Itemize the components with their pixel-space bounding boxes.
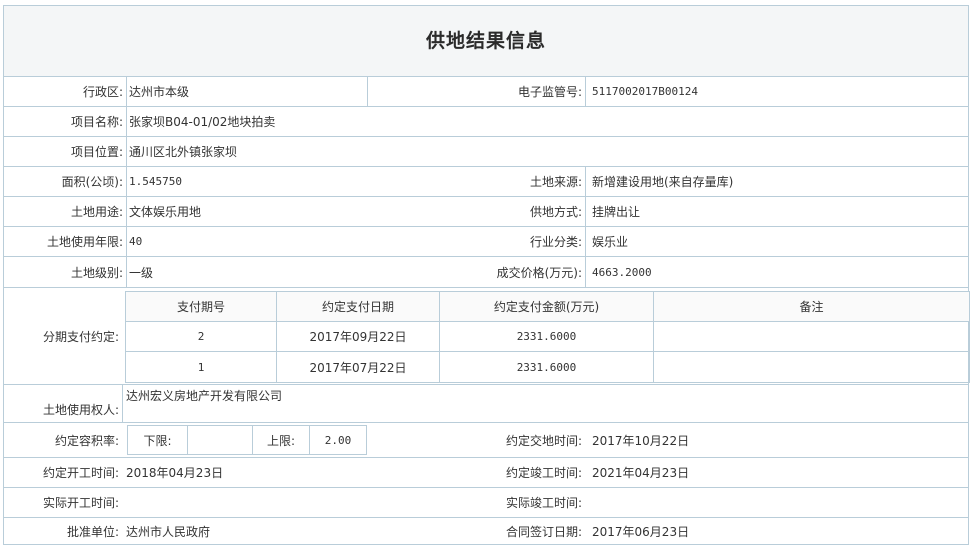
approval-unit-value: 达州市人民政府 bbox=[126, 524, 211, 539]
actual-start-label: 实际开工时间: bbox=[42, 496, 119, 510]
header-note: 备注 bbox=[799, 300, 824, 314]
actual-finish-label: 实际竣工时间: bbox=[505, 496, 582, 510]
land-source-value: 新增建设用地(来自存量库) bbox=[592, 175, 734, 189]
land-use-value: 文体娱乐用地 bbox=[129, 205, 202, 219]
row-period: 1 bbox=[126, 352, 277, 382]
land-source-label: 土地来源: bbox=[529, 175, 582, 189]
project-location-value: 通川区北外镇张家坝 bbox=[129, 145, 238, 159]
land-grade-value: 一级 bbox=[129, 265, 154, 280]
project-name-label: 项目名称: bbox=[70, 115, 123, 129]
row-date: 2017年07月22日 bbox=[277, 352, 440, 382]
row-district: 行政区: 达州市本级 电子监管号: 5117002017B00124 bbox=[4, 76, 968, 107]
plot-ratio-box: 下限: 上限: 2.00 bbox=[127, 425, 367, 455]
plot-ratio-label: 约定容积率: bbox=[54, 433, 119, 448]
row-note bbox=[654, 352, 969, 382]
row-approval: 批准单位: 达州市人民政府 合同签订日期: 2017年06月23日 bbox=[4, 518, 968, 544]
row-project-location: 项目位置: 通川区北外镇张家坝 bbox=[4, 137, 968, 167]
industry-label: 行业分类: bbox=[529, 235, 582, 249]
supervision-number-label: 电子监管号: bbox=[517, 84, 582, 99]
row-installment: 分期支付约定: 支付期号 约定支付日期 约定支付金额(万元) 备注 2 2017… bbox=[4, 288, 970, 385]
lower-limit-label: 下限: bbox=[128, 426, 188, 454]
row-use-years: 土地使用年限: 40 行业分类: 娱乐业 bbox=[4, 227, 968, 257]
industry-value: 娱乐业 bbox=[592, 235, 629, 249]
supply-method-value: 挂牌出让 bbox=[592, 205, 641, 219]
lower-limit-value bbox=[188, 426, 253, 454]
district-label: 行政区: bbox=[82, 84, 123, 99]
deal-price-label: 成交价格(万元): bbox=[496, 265, 582, 280]
row-land-user: 土地使用权人: 达州宏义房地产开发有限公司 bbox=[4, 385, 968, 423]
row-note bbox=[654, 322, 969, 351]
delivery-time-label: 约定交地时间: bbox=[505, 433, 582, 448]
contract-date-label: 合同签订日期: bbox=[505, 524, 582, 539]
header-period: 支付期号 bbox=[126, 292, 277, 321]
row-project-name: 项目名称: 张家坝B04-01/02地块拍卖 bbox=[4, 107, 968, 137]
approval-unit-label: 批准单位: bbox=[66, 524, 119, 539]
row-land-grade: 土地级别: 一级 成交价格(万元): 4663.2000 bbox=[4, 257, 968, 288]
row-actual-start: 实际开工时间: 实际竣工时间: bbox=[4, 488, 968, 518]
land-user-label: 土地使用权人: bbox=[42, 403, 119, 417]
supply-method-label: 供地方式: bbox=[529, 205, 582, 219]
land-use-label: 土地用途: bbox=[70, 205, 123, 219]
row-area: 面积(公顷): 1.545750 土地来源: 新增建设用地(来自存量库) bbox=[4, 167, 968, 197]
area-label: 面积(公顷): bbox=[61, 175, 123, 189]
page-title: 供地结果信息 bbox=[4, 6, 968, 77]
row-planned-start: 约定开工时间: 2018年04月23日 约定竣工时间: 2021年04月23日 bbox=[4, 458, 968, 488]
district-value: 达州市本级 bbox=[129, 84, 190, 99]
header-date: 约定支付日期 bbox=[277, 292, 440, 321]
land-grade-label: 土地级别: bbox=[70, 265, 123, 280]
row-land-use: 土地用途: 文体娱乐用地 供地方式: 挂牌出让 bbox=[4, 197, 968, 227]
upper-limit-label: 上限: bbox=[253, 426, 310, 454]
table-row: 2 2017年09月22日 2331.6000 bbox=[126, 322, 969, 352]
table-row: 1 2017年07月22日 2331.6000 bbox=[126, 352, 969, 382]
row-amount: 2331.6000 bbox=[440, 322, 654, 351]
planned-start-value: 2018年04月23日 bbox=[126, 466, 224, 480]
row-plot-ratio: 约定容积率: 下限: 上限: 2.00 约定交地时间: 2017年10月22日 bbox=[4, 423, 968, 458]
installment-label: 分期支付约定: bbox=[42, 329, 119, 344]
planned-finish-value: 2021年04月23日 bbox=[592, 466, 690, 480]
contract-date-value: 2017年06月23日 bbox=[592, 524, 690, 539]
actual-finish-value bbox=[586, 488, 966, 517]
land-supply-result-panel: 供地结果信息 行政区: 达州市本级 电子监管号: 5117002017B0012… bbox=[3, 5, 970, 545]
row-date: 2017年09月22日 bbox=[277, 322, 440, 351]
supervision-number-value: 5117002017B00124 bbox=[592, 84, 698, 98]
installment-table: 支付期号 约定支付日期 约定支付金额(万元) 备注 2 2017年09月22日 … bbox=[125, 291, 970, 383]
upper-limit-value: 2.00 bbox=[324, 433, 352, 447]
actual-start-value bbox=[124, 488, 364, 517]
use-years-label: 土地使用年限: bbox=[46, 235, 123, 249]
deal-price-value: 4663.2000 bbox=[592, 265, 652, 279]
land-user-value: 达州宏义房地产开发有限公司 bbox=[126, 389, 283, 403]
header-amount: 约定支付金额(万元) bbox=[440, 292, 654, 321]
use-years-value: 40 bbox=[129, 235, 143, 248]
row-amount: 2331.6000 bbox=[440, 352, 654, 382]
installment-header-row: 支付期号 约定支付日期 约定支付金额(万元) 备注 bbox=[126, 292, 969, 322]
project-name-value: 张家坝B04-01/02地块拍卖 bbox=[129, 115, 276, 129]
delivery-time-value: 2017年10月22日 bbox=[592, 433, 690, 448]
project-location-label: 项目位置: bbox=[70, 145, 123, 159]
planned-start-label: 约定开工时间: bbox=[42, 466, 119, 480]
planned-finish-label: 约定竣工时间: bbox=[505, 466, 582, 480]
row-period: 2 bbox=[126, 322, 277, 351]
